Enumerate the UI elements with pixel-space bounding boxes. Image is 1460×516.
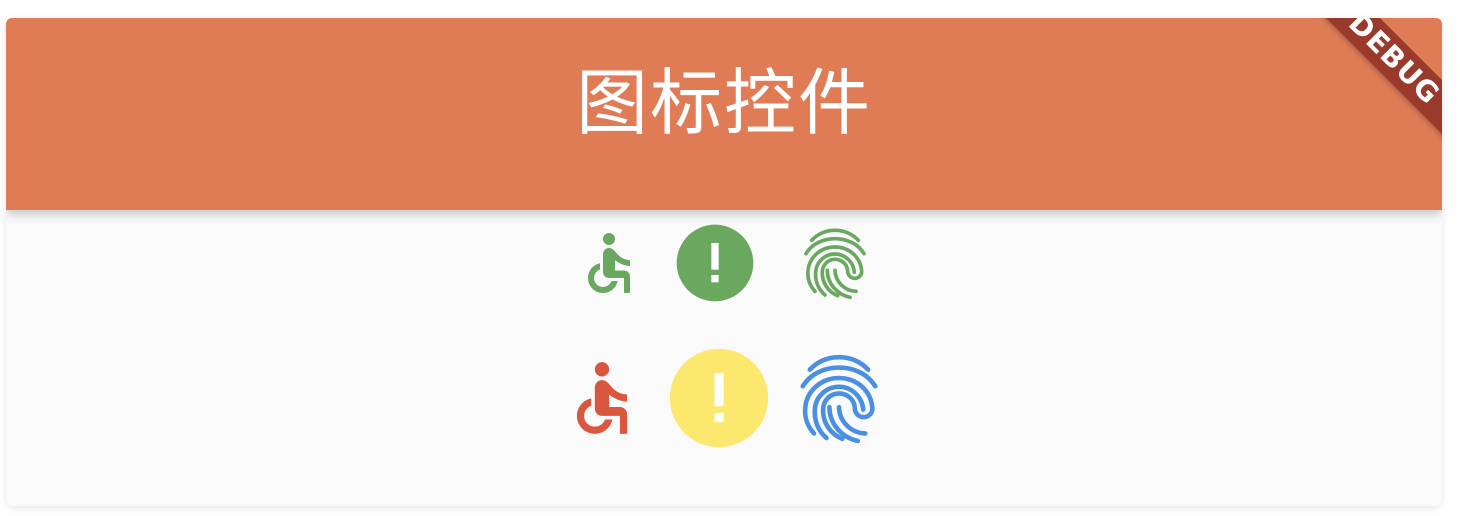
error-icon <box>669 348 769 448</box>
icon-row-small <box>6 218 1442 308</box>
fingerprint-icon <box>795 223 875 303</box>
error-icon <box>675 223 755 303</box>
content-area <box>6 210 1442 506</box>
accessible-icon <box>573 223 645 303</box>
app-window: 图标控件 DEBUG <box>6 18 1442 506</box>
debug-banner: DEBUG <box>1282 18 1442 178</box>
page-title: 图标控件 <box>575 61 872 145</box>
fingerprint-icon <box>789 348 889 448</box>
debug-banner-label: DEBUG <box>1302 18 1442 151</box>
accessible-icon <box>559 348 645 448</box>
icon-row-large <box>6 346 1442 450</box>
app-bar: 图标控件 <box>6 18 1442 210</box>
